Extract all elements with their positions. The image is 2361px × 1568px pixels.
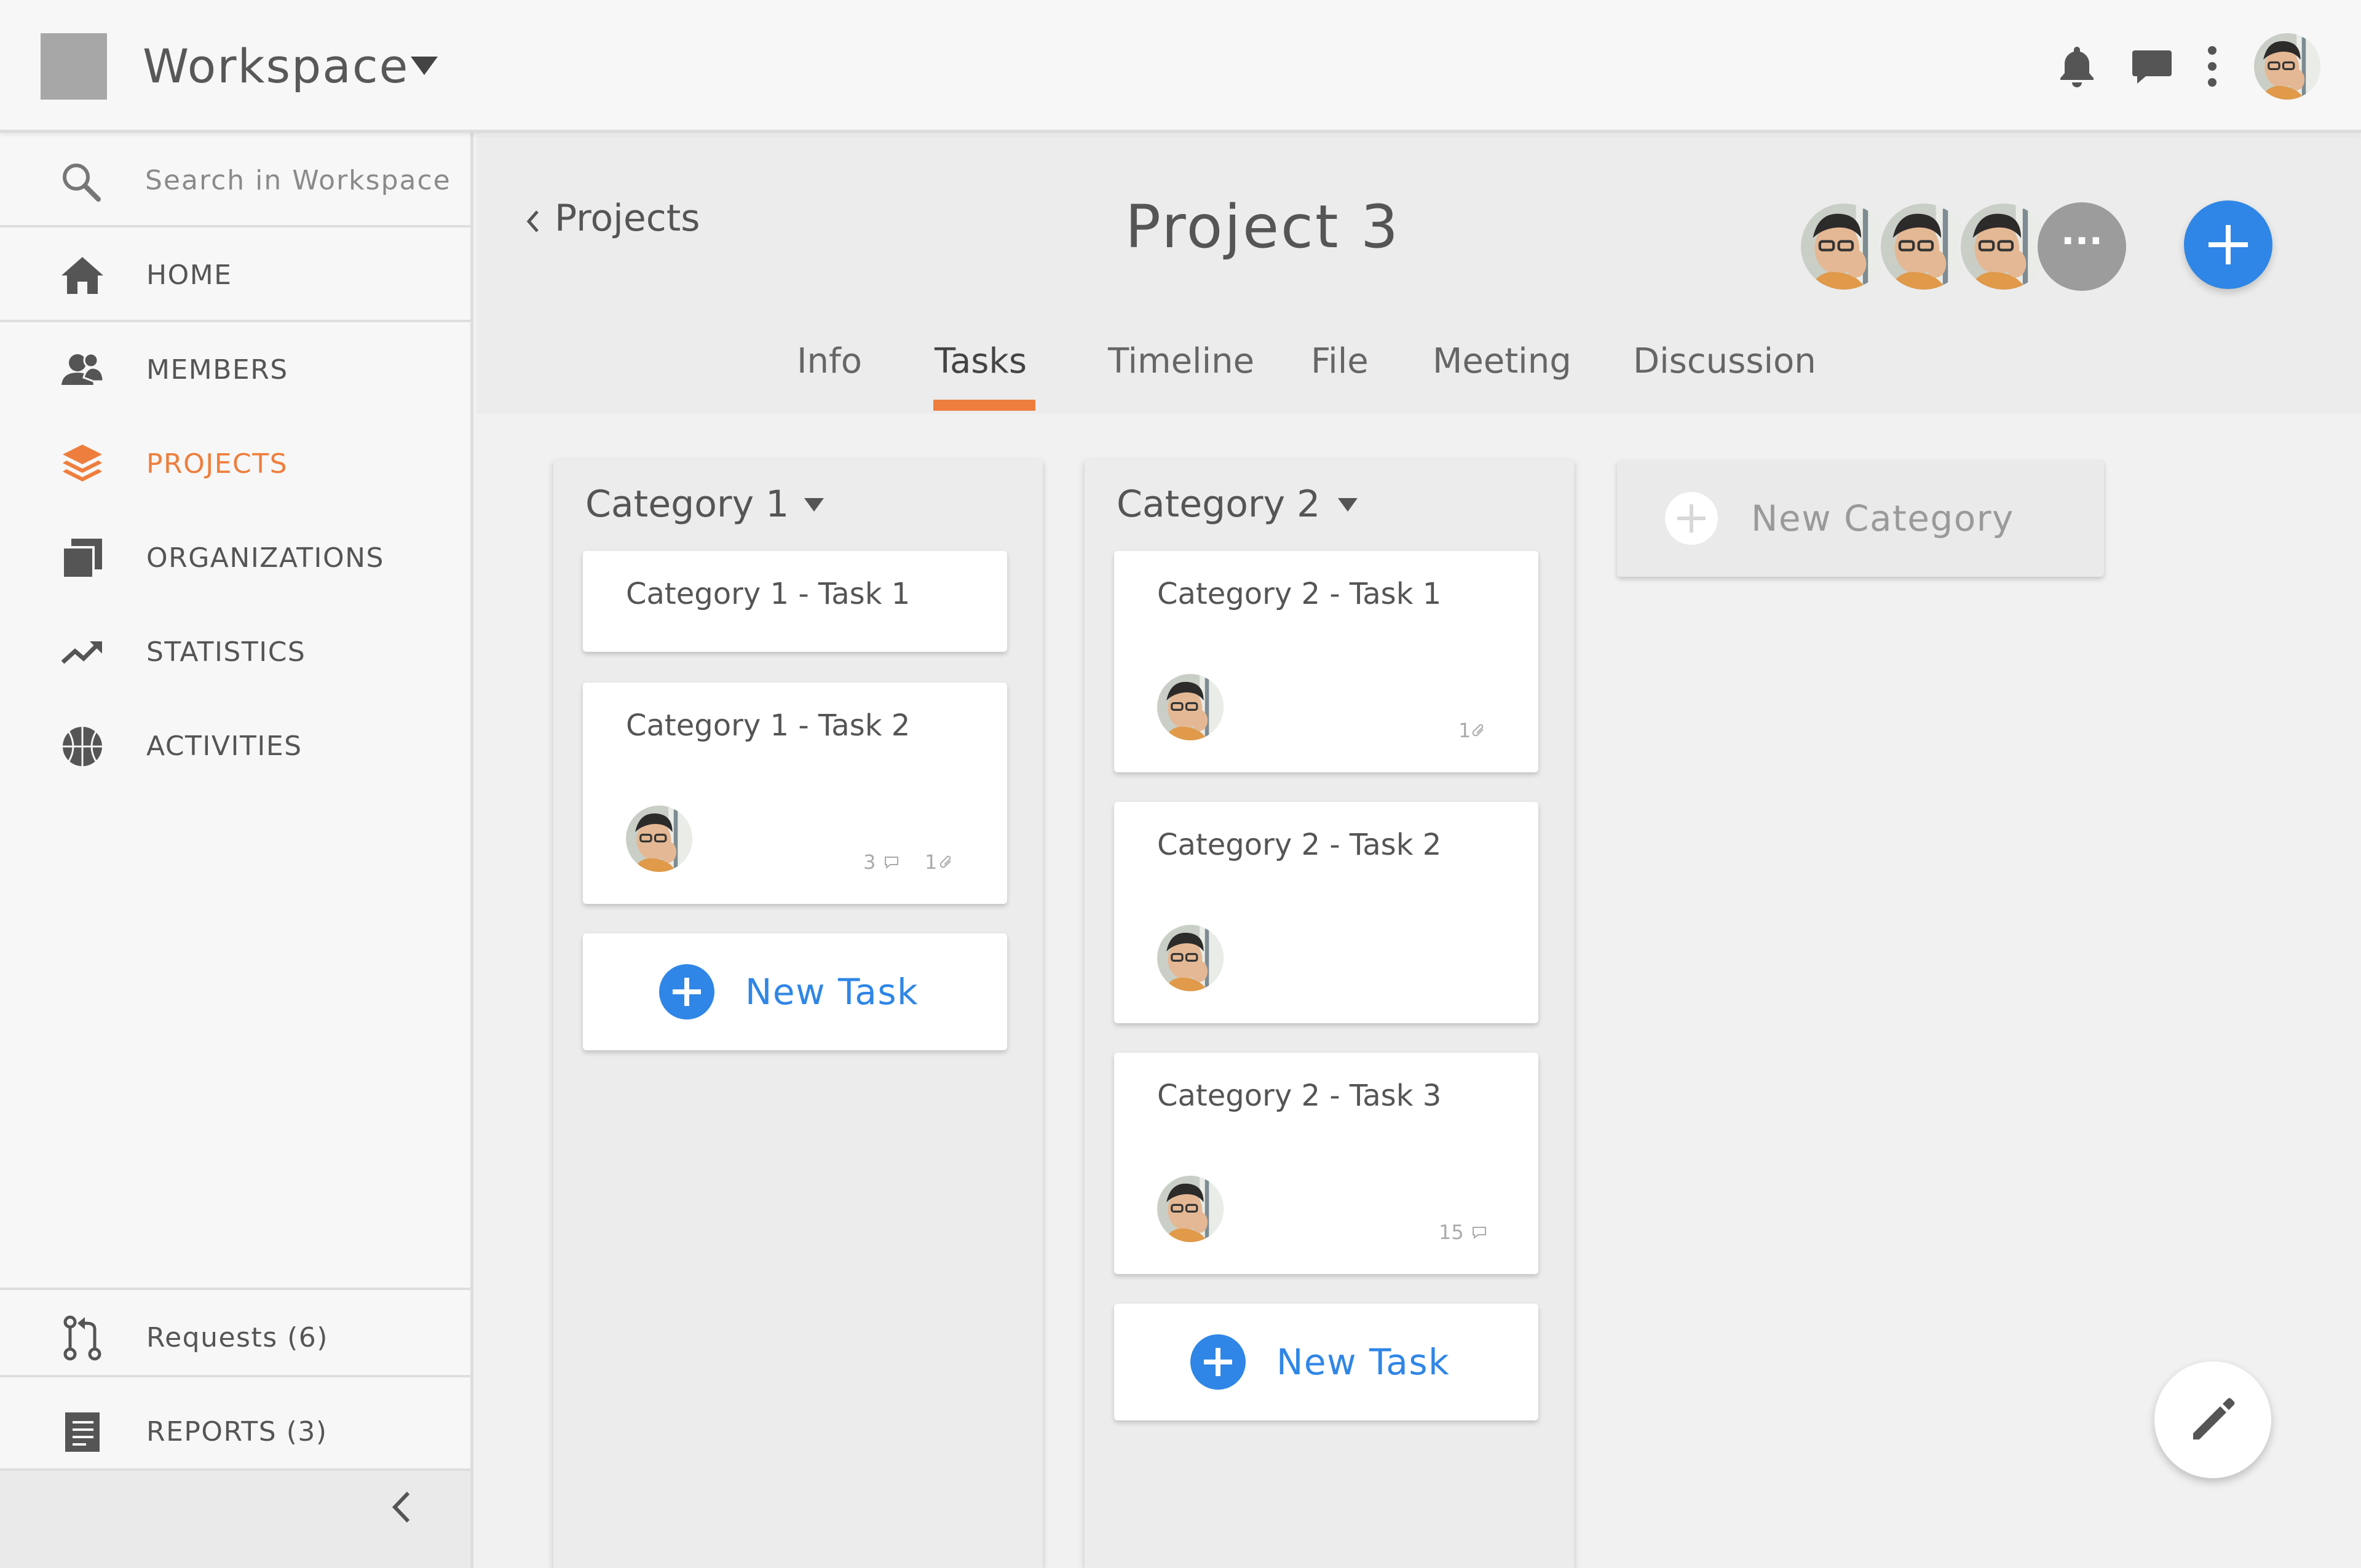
sidebar: Search in Workspace HOME MEMBERS PROJECT… [0,133,473,1568]
comment-count: 3 [863,850,876,874]
divider [0,1375,470,1377]
pencil-icon [2193,1398,2235,1439]
sidebar-item-statistics[interactable]: STATISTICS [0,604,470,699]
sidebar-item-requests[interactable]: Requests (6) [0,1290,470,1384]
collapse-sidebar-icon[interactable] [381,1486,424,1529]
sidebar-item-home[interactable]: HOME [0,228,470,322]
basketball-icon [63,727,102,766]
assignee-avatar[interactable] [1157,674,1224,740]
sidebar-item-reports[interactable]: REPORTS (3) [0,1384,470,1478]
home-icon [61,257,103,294]
pull-request-icon [63,1315,101,1361]
task-title: Category 1 - Task 2 [626,708,911,743]
add-button[interactable] [2184,200,2272,289]
task-card[interactable]: Category 1 - Task 1 [583,551,1007,652]
category-dropdown-icon[interactable] [804,498,824,512]
paperclip-icon [939,855,951,868]
task-card[interactable]: Category 2 - Task 3 15 [1114,1053,1538,1274]
trending-up-icon [61,641,102,664]
tab-timeline[interactable]: Timeline [1108,337,1254,386]
sidebar-item-label: REPORTS (3) [146,1416,328,1447]
avatar[interactable] [1958,200,2050,293]
new-category-button[interactable]: New Category [1617,460,2104,577]
workspace-logo[interactable] [41,33,107,100]
workspace-title[interactable]: Workspace [143,34,409,98]
sidebar-item-label: HOME [146,259,232,291]
more-vertical-icon[interactable] [2188,42,2237,91]
chat-icon[interactable] [2127,42,2177,91]
plus-icon [1190,1334,1246,1390]
workspace-dropdown-icon[interactable] [411,57,438,75]
new-task-button[interactable]: New Task [583,933,1007,1050]
comment-icon [1473,1227,1486,1240]
new-task-label: New Task [745,971,919,1013]
task-card[interactable]: Category 2 - Task 1 1 [1114,551,1538,772]
task-card[interactable]: Category 2 - Task 2 [1114,802,1538,1023]
new-category-label: New Category [1751,497,2014,539]
tab-info[interactable]: Info [797,337,862,386]
tab-tasks[interactable]: Tasks [935,337,1027,386]
task-title: Category 2 - Task 2 [1157,828,1442,862]
plus-icon [659,964,714,1020]
organizations-icon [61,539,102,579]
report-icon [65,1412,100,1452]
plus-icon [1665,492,1718,545]
new-task-label: New Task [1276,1341,1450,1383]
comment-icon [885,857,898,869]
more-members-label: ··· [2060,220,2103,263]
user-avatar[interactable] [2254,33,2320,100]
chevron-left-icon [526,210,539,232]
more-members-button[interactable]: ··· [2038,202,2126,291]
sidebar-item-members[interactable]: MEMBERS [0,322,470,416]
members-icon [61,352,105,385]
category-title[interactable]: Category 2 [1117,480,1320,529]
top-bar: Workspace [0,0,2361,133]
task-title: Category 2 - Task 1 [1157,577,1442,611]
search-icon [63,164,101,202]
assignee-avatar[interactable] [1157,925,1224,991]
assignee-avatar[interactable] [1157,1176,1224,1242]
active-tab-indicator [933,400,1035,411]
sidebar-item-label: ACTIVITIES [146,731,303,762]
edit-button[interactable] [2154,1361,2271,1478]
paperclip-icon [1472,724,1484,737]
task-card[interactable]: Category 1 - Task 2 3 1 [583,683,1007,904]
avatar[interactable] [1798,200,1890,293]
sidebar-search[interactable]: Search in Workspace [0,133,470,228]
category-title[interactable]: Category 1 [585,480,789,529]
avatar[interactable] [1878,200,1970,293]
sidebar-item-organizations[interactable]: ORGANIZATIONS [0,510,470,604]
comment-count: 15 [1439,1221,1464,1244]
plus-icon [2209,225,2248,264]
sidebar-item-label: Requests (6) [146,1322,328,1353]
sidebar-item-label: STATISTICS [146,636,306,668]
tab-discussion[interactable]: Discussion [1633,337,1816,386]
attachment-count: 1 [1458,719,1471,742]
sidebar-item-activities[interactable]: ACTIVITIES [0,699,470,793]
category-column: Category 1 Category 1 - Task 1 Category … [553,460,1043,1568]
layers-icon [63,445,102,481]
task-title: Category 2 - Task 3 [1157,1079,1442,1113]
bell-icon[interactable] [2052,42,2102,91]
search-input[interactable]: Search in Workspace [145,164,451,198]
assignee-avatar[interactable] [626,806,692,872]
project-title: Project 3 [1125,192,1401,261]
sidebar-item-label: ORGANIZATIONS [146,542,384,574]
sidebar-item-label: PROJECTS [146,448,288,480]
attachment-count: 1 [925,850,938,874]
task-title: Category 1 - Task 1 [626,577,911,611]
tab-meeting[interactable]: Meeting [1433,337,1572,386]
category-column: Category 2 Category 2 - Task 1 1 Categor… [1085,460,1574,1568]
back-link-label: Projects [555,197,700,240]
project-members[interactable]: ··· [1798,200,2130,293]
sidebar-item-label: MEMBERS [146,354,288,386]
new-task-button[interactable]: New Task [1114,1304,1538,1420]
category-dropdown-icon[interactable] [1338,498,1358,512]
sidebar-item-projects[interactable]: PROJECTS [0,416,470,510]
tab-file[interactable]: File [1311,337,1369,386]
